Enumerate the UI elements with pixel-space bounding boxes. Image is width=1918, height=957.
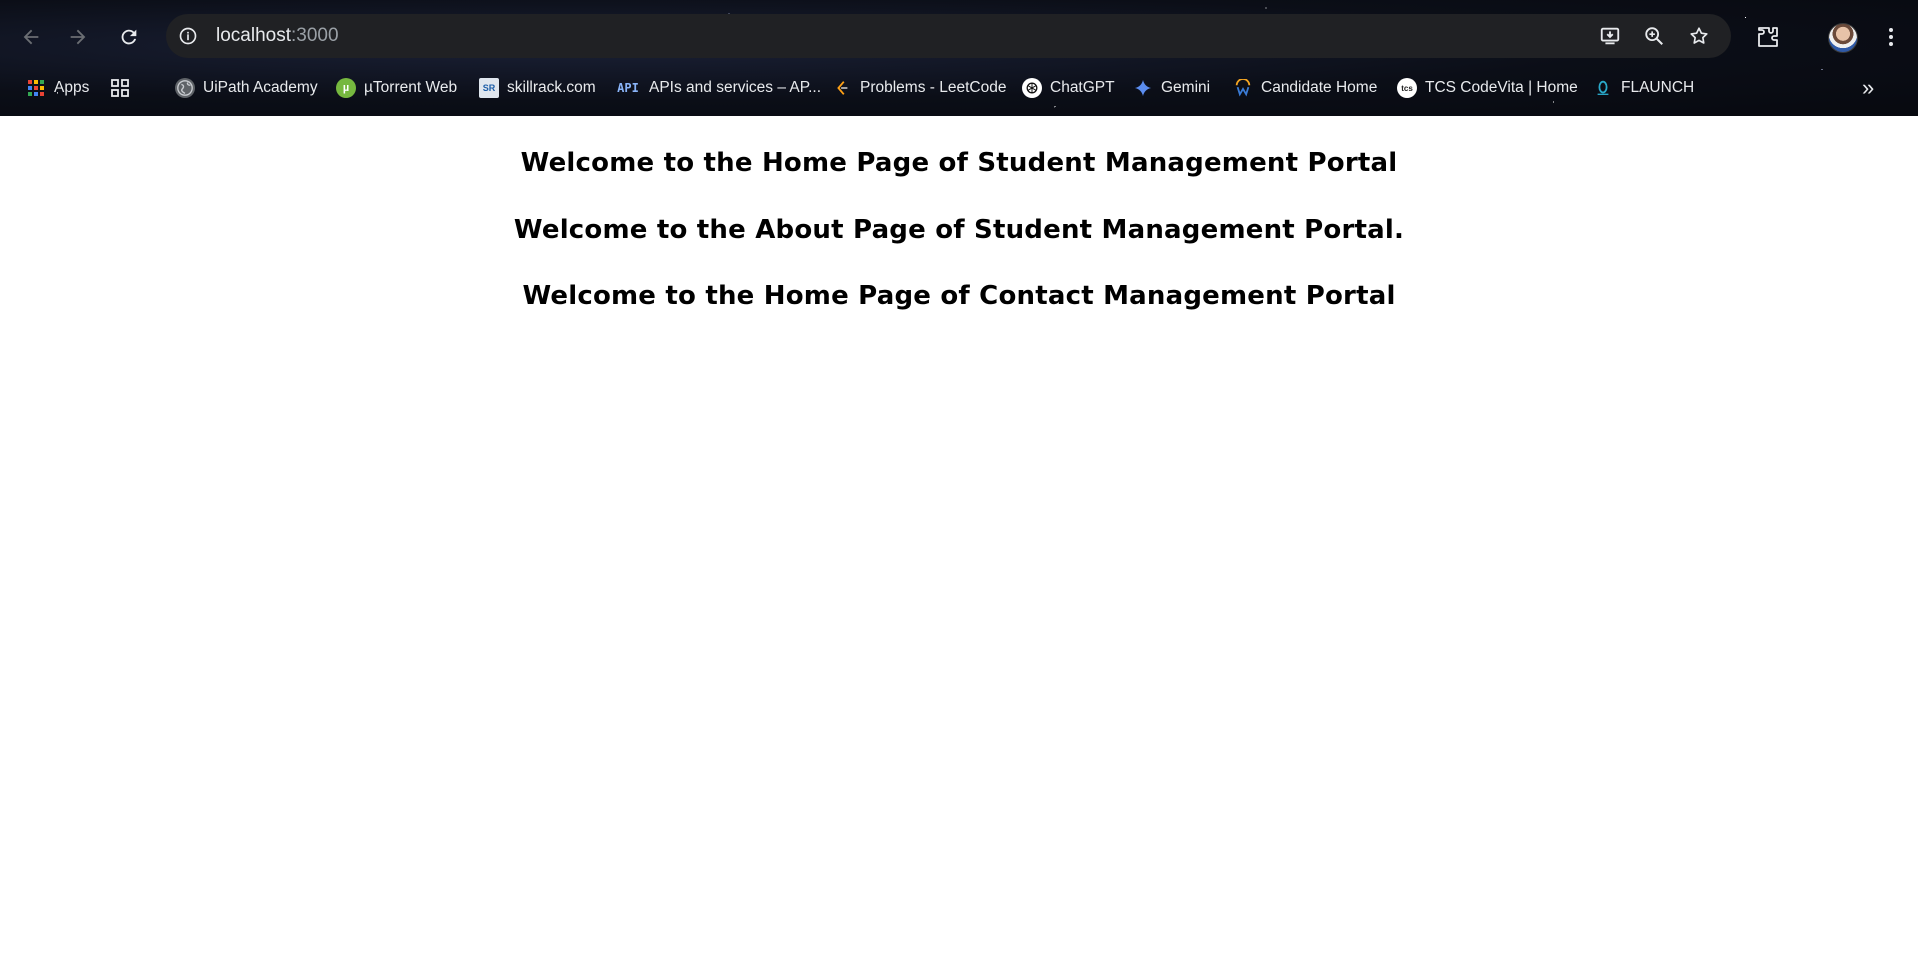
url-host: localhost [216,25,291,46]
bookmark-utorrent[interactable]: µ µTorrent Web [336,72,457,104]
bookmark-label: µTorrent Web [364,79,458,96]
chatgpt-icon [1022,78,1042,98]
bookmark-label: skillrack.com [507,79,596,96]
browser-chrome: localhost:3000 Apps UiPath Academy µ µTo… [0,0,1918,116]
bookmark-label: Gemini [1161,79,1211,96]
bookmark-gemini[interactable]: Gemini [1133,72,1210,104]
api-icon: API [617,81,639,95]
bookmark-label: Candidate Home [1261,79,1378,96]
forward-button[interactable] [61,20,95,54]
chevron-double-right-icon: » [1862,75,1875,100]
bookmark-apis[interactable]: API APIs and services – AP... [615,72,821,104]
about-student-heading: Welcome to the About Page of Student Man… [513,215,1405,245]
bookmark-leetcode[interactable]: Problems - LeetCode [832,72,1006,104]
bookmark-label: UiPath Academy [203,79,318,96]
home-student-heading: Welcome to the Home Page of Student Mana… [520,148,1398,178]
globe-icon [175,78,195,98]
arrow-right-icon [70,29,86,45]
back-button[interactable] [14,20,48,54]
bookmark-chatgpt[interactable]: ChatGPT [1022,72,1115,104]
workday-icon [1233,78,1253,98]
utorrent-icon: µ [336,78,356,98]
address-bar[interactable]: localhost:3000 [166,14,1731,58]
leetcode-icon [832,78,852,98]
extensions-button[interactable] [1751,20,1785,54]
arrow-left-icon [23,29,39,45]
skillrack-icon: SR [479,78,499,98]
bookmark-candidate-home[interactable]: Candidate Home [1233,72,1377,104]
reload-icon [121,29,137,45]
zoom-icon[interactable] [1640,22,1668,50]
bookmarks-bar: Apps UiPath Academy µ µTorrent Web SR sk… [0,72,1918,104]
tcs-icon: tcs [1397,78,1417,98]
bookmark-label: Problems - LeetCode [860,79,1007,96]
bookmark-uipath[interactable]: UiPath Academy [175,72,318,104]
apps-grid-icon [26,78,46,98]
bookmark-label: Apps [54,79,90,96]
install-app-icon[interactable] [1596,22,1624,50]
url-port: :3000 [291,25,339,46]
site-info-icon[interactable] [176,24,200,48]
bookmark-label: TCS CodeVita | Home [1425,79,1578,96]
bookmark-star-icon[interactable] [1685,22,1713,50]
tab-groups-icon [110,78,130,98]
gemini-icon [1133,78,1153,98]
bookmark-label: APIs and services – AP... [649,79,822,96]
profile-avatar[interactable] [1828,23,1858,53]
bookmark-tcs-codevita[interactable]: tcs TCS CodeVita | Home [1397,72,1578,104]
home-contact-heading: Welcome to the Home Page of Contact Mana… [522,281,1396,311]
bookmark-tab-groups[interactable] [110,72,130,104]
bookmark-apps[interactable]: Apps [26,72,89,104]
bookmark-skillrack[interactable]: SR skillrack.com [479,72,596,104]
menu-button[interactable] [1874,20,1908,54]
bookmark-label: ChatGPT [1050,79,1115,96]
page-content: Welcome to the Home Page of Student Mana… [0,116,1918,957]
puzzle-icon [1758,27,1778,47]
flaunch-icon [1593,78,1613,98]
bookmark-label: FLAUNCH [1621,79,1695,96]
bookmark-flaunch[interactable]: FLAUNCH [1593,72,1694,104]
url-text[interactable]: localhost:3000 [216,25,339,47]
more-vert-icon [1889,28,1893,46]
reload-button[interactable] [112,20,146,54]
more-bookmarks-button[interactable]: » [1862,72,1874,104]
